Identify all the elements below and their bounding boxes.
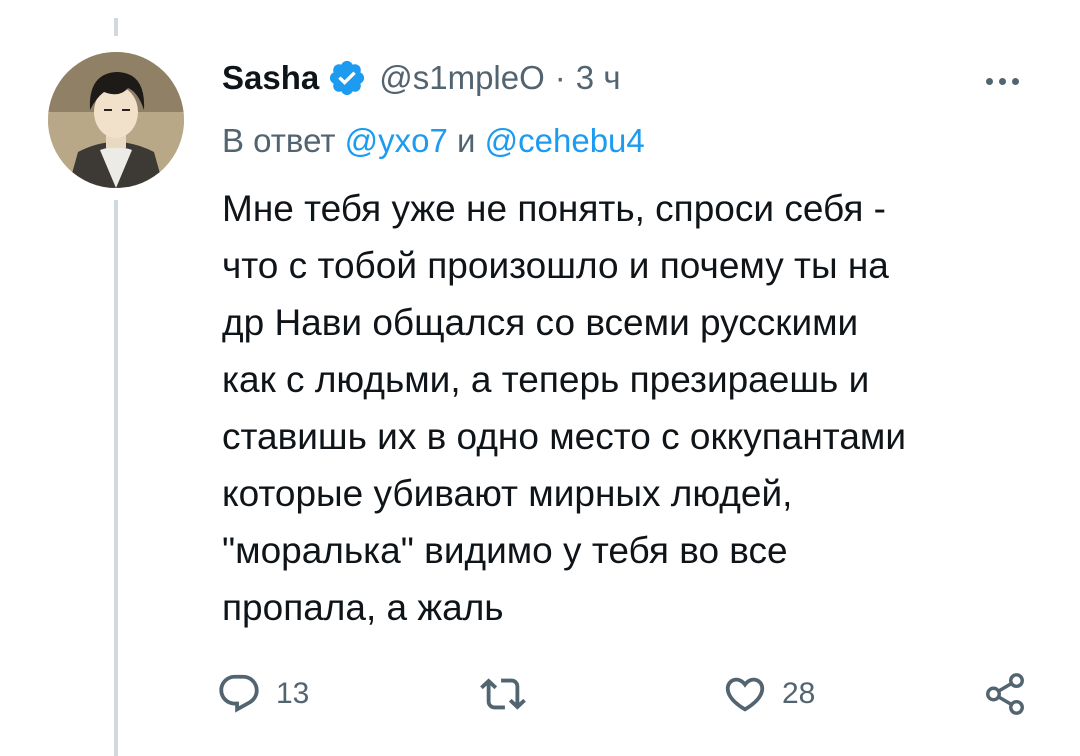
reply-mention-1[interactable]: @yxo7	[345, 122, 448, 159]
tweet-text: Мне тебя уже не понять, спроси себя - чт…	[222, 180, 1042, 636]
avatar-image	[48, 52, 184, 188]
share-button[interactable]	[982, 666, 1028, 722]
reply-conjunction: и	[457, 122, 476, 159]
tweet-text-line: ставишь их в одно место с оккупантами	[222, 416, 907, 457]
reply-button[interactable]: 13	[216, 666, 309, 722]
tweet-text-line: др Нави общался со всеми русскими	[222, 302, 859, 343]
reply-icon	[219, 674, 259, 713]
thread-line-top	[114, 18, 118, 36]
retweet-icon	[480, 678, 526, 710]
like-count: 28	[782, 677, 816, 710]
reply-context: В ответ @yxo7 и @cehebu4	[222, 122, 645, 160]
author-handle[interactable]: @s1mpleO	[379, 59, 545, 97]
reply-count: 13	[276, 677, 310, 710]
heart-icon	[725, 677, 765, 712]
retweet-button[interactable]	[480, 666, 540, 722]
tweet-text-line: что с тобой произошло и почему ты на	[222, 245, 889, 286]
more-icon[interactable]	[972, 66, 1032, 96]
header-separator: ·	[554, 59, 566, 96]
author-display-name[interactable]: Sasha	[222, 59, 319, 97]
reply-prefix: В ответ	[222, 122, 336, 159]
avatar[interactable]	[48, 52, 184, 188]
tweet-timestamp[interactable]: 3 ч	[576, 59, 621, 97]
share-icon	[986, 673, 1024, 715]
tweet-text-line: "моралька" видимо у тебя во все	[222, 530, 788, 571]
tweet-text-line: пропала, а жаль	[222, 587, 504, 628]
reply-mention-2[interactable]: @cehebu4	[485, 122, 645, 159]
tweet-header: Sasha @s1mpleO · 3 ч	[222, 54, 621, 102]
verified-badge-icon	[327, 58, 367, 98]
like-button[interactable]: 28	[722, 666, 815, 722]
tweet-text-line: Мне тебя уже не понять, спроси себя -	[222, 188, 886, 229]
tweet-text-line: как с людьми, а теперь презираешь и	[222, 359, 870, 400]
action-bar: 13 28	[0, 666, 1080, 722]
tweet-text-line: которые убивают мирных людей,	[222, 473, 793, 514]
